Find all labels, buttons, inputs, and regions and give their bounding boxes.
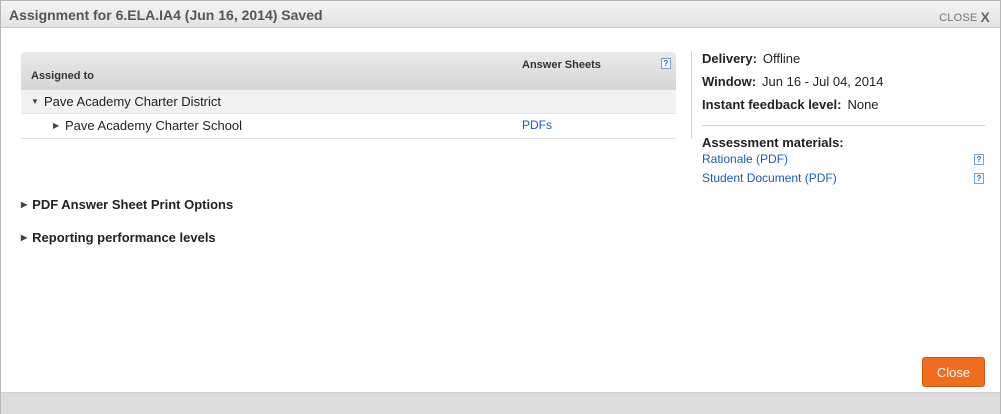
print-options-toggle[interactable]: ▶ PDF Answer Sheet Print Options [21,197,233,212]
materials-heading: Assessment materials: [702,135,844,150]
help-icon[interactable]: ? [974,173,984,184]
delivery-value: Offline [762,51,801,66]
assignment-dialog: Assignment for 6.ELA.IA4 (Jun 16, 2014) … [0,0,1001,414]
district-name: Pave Academy Charter District [44,94,222,109]
dialog-footer [1,392,1000,414]
close-link[interactable]: CLOSE X [939,8,990,25]
window-label: Window: [702,74,757,89]
column-header-answer-sheets: Answer Sheets [522,59,601,71]
table-row-school[interactable]: ▶ Pave Academy Charter School PDFs [21,114,676,139]
print-options-label: PDF Answer Sheet Print Options [32,197,234,212]
performance-levels-toggle[interactable]: ▶ Reporting performance levels [21,230,216,245]
feedback-value: None [847,97,879,112]
close-icon[interactable]: X [980,9,990,25]
pdfs-link[interactable]: PDFs [522,118,552,132]
delivery-label: Delivery: [702,51,757,66]
material-item: Rationale (PDF) ? [702,152,985,171]
close-link-label: CLOSE [939,12,978,24]
window-value: Jun 16 - Jul 04, 2014 [762,74,884,89]
school-name: Pave Academy Charter School [65,118,243,133]
student-document-pdf-link[interactable]: Student Document (PDF) [702,171,837,185]
feedback-label: Instant feedback level: [702,97,842,112]
triangle-down-icon[interactable]: ▼ [31,97,39,106]
dialog-title: Assignment for 6.ELA.IA4 (Jun 16, 2014) … [9,7,323,23]
table-row-district[interactable]: ▼ Pave Academy Charter District [21,90,676,114]
column-header-assigned-to: Assigned to [31,70,94,82]
assessment-materials: Assessment materials: Rationale (PDF) ? … [702,135,985,190]
delivery-row: Delivery: Offline [702,51,985,74]
vertical-divider [691,51,692,138]
window-row: Window: Jun 16 - Jul 04, 2014 [702,74,985,97]
feedback-row: Instant feedback level: None [702,97,985,120]
triangle-right-icon: ▶ [21,200,28,209]
dialog-titlebar: Assignment for 6.ELA.IA4 (Jun 16, 2014) … [1,1,1000,28]
performance-levels-label: Reporting performance levels [32,230,216,245]
triangle-right-icon: ▶ [21,233,28,242]
table-header: Assigned to Answer Sheets ? [21,52,676,90]
rationale-pdf-link[interactable]: Rationale (PDF) [702,152,788,166]
assignment-details: Delivery: Offline Window: Jun 16 - Jul 04,… [702,51,985,120]
material-item: Student Document (PDF) ? [702,171,985,190]
triangle-right-icon[interactable]: ▶ [53,121,59,130]
help-icon[interactable]: ? [974,154,984,165]
help-icon[interactable]: ? [661,58,671,69]
close-button[interactable]: Close [922,357,985,387]
assignment-table: Assigned to Answer Sheets ? ▼ Pave Acade… [21,52,676,139]
horizontal-divider [702,125,985,126]
